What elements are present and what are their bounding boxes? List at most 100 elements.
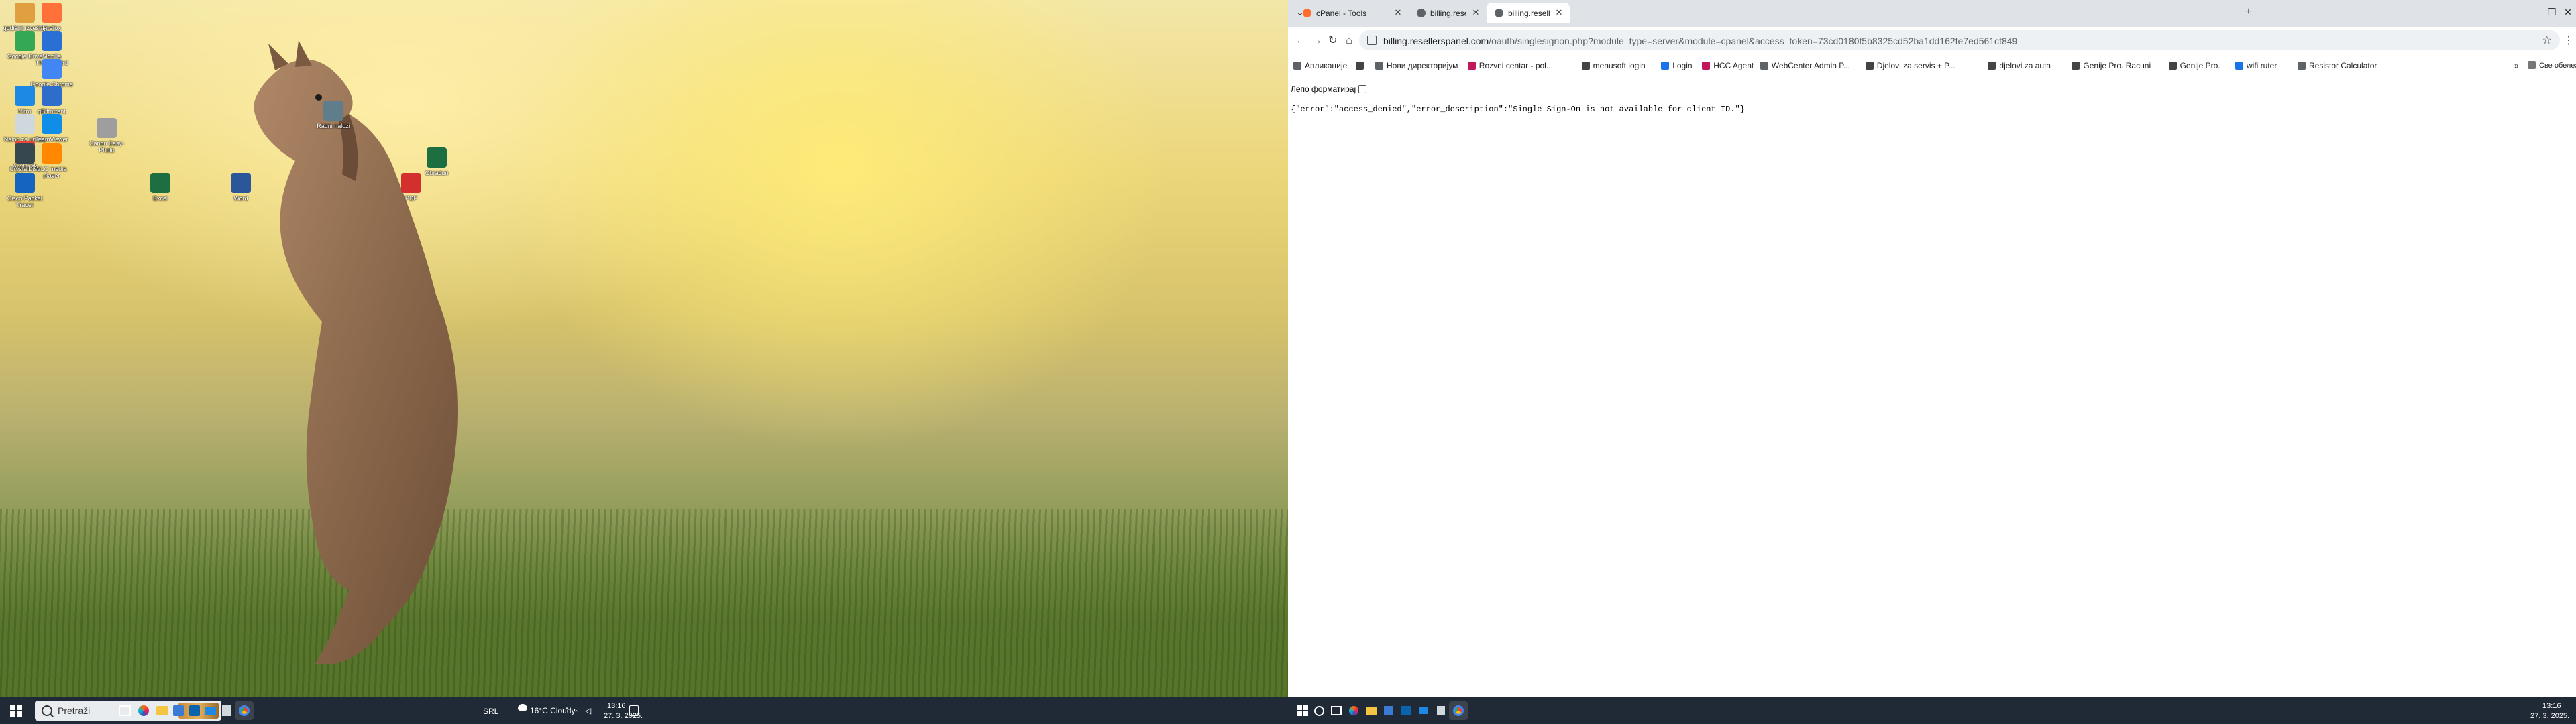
maximize-button[interactable]: ❐: [2545, 5, 2559, 19]
bookmarks-bar: Апликације Нови директоријум Rozvni centar…: [1288, 55, 2576, 80]
tab-1[interactable]: cPanel - Tools ✕: [1295, 3, 1409, 23]
bookmark-item[interactable]: Rozvni centar - pol...: [1467, 61, 1553, 73]
bookmark-item[interactable]: Genije Pro.: [2168, 61, 2220, 73]
pretty-print-label: Лепо форматирај: [1291, 84, 1356, 94]
url-text[interactable]: billing.resellerspanel.com/oauth/singles…: [1383, 36, 2017, 46]
desktop-icon-label: Excel: [152, 195, 168, 202]
desktop-icon-image: [427, 147, 447, 168]
desktop-icon[interactable]: PDF: [389, 173, 433, 202]
start-button[interactable]: [7, 701, 25, 720]
clock-time-secondary[interactable]: 13:16: [2542, 702, 2561, 710]
kangaroo-wallpaper-image: [254, 40, 458, 664]
bookmark-item[interactable]: HCC Agent: [1702, 61, 1754, 73]
copilot-icon[interactable]: [1344, 701, 1363, 720]
bookmark-star-icon[interactable]: ☆: [2542, 34, 2552, 47]
minimize-button[interactable]: –: [2517, 5, 2530, 19]
desktop-icon-label: Cisco Packet Tracer: [7, 195, 43, 208]
desktop-icon-image: [42, 3, 62, 23]
desktop-icon[interactable]: Cisco Packet Tracer: [3, 173, 47, 208]
bookmark-favicon-icon: [1661, 62, 1670, 70]
network-icon[interactable]: ⌁: [574, 706, 578, 715]
desktop-icon[interactable]: Google Chrome: [30, 59, 74, 88]
calculator-icon[interactable]: [1432, 701, 1450, 720]
tab-close-icon[interactable]: ✕: [1470, 7, 1481, 18]
pretty-print-control[interactable]: Лепо форматирај: [1291, 84, 1367, 94]
globe-favicon-icon: [1417, 9, 1426, 17]
tab-close-icon[interactable]: ✕: [1554, 7, 1564, 18]
desktop-icon[interactable]: Canon Easy-Photo: [85, 118, 129, 154]
bookmark-item[interactable]: Genije Pro. Racuni: [2072, 61, 2151, 73]
calculator-icon[interactable]: [217, 701, 236, 720]
home-icon[interactable]: ⌂: [1342, 34, 1356, 48]
volume-icon[interactable]: ◁: [585, 706, 591, 715]
reload-icon[interactable]: ↻: [1326, 34, 1340, 48]
bookmark-item[interactable]: Login: [1661, 61, 1693, 73]
bookmark-label: Genije Pro. Racuni: [2083, 61, 2151, 70]
chrome-taskbar-icon[interactable]: [235, 701, 254, 720]
bookmark-item[interactable]: djelovi za auta: [1988, 61, 2051, 73]
bookmark-label: Genije Pro.: [2180, 61, 2220, 70]
bookmark-favicon-icon: [1865, 62, 1874, 70]
bookmark-item[interactable]: menusoft login: [1581, 61, 1646, 73]
bookmark-item[interactable]: Djelovi za servis + P...: [1865, 61, 1955, 73]
back-arrow-icon[interactable]: ←: [1293, 34, 1308, 48]
bookmark-item[interactable]: WebCenter Admin P...: [1760, 61, 1850, 73]
desktop-icon[interactable]: TeamViewer: [30, 114, 74, 143]
bookmark-item[interactable]: Нови директоријум: [1375, 61, 1458, 73]
close-window-button[interactable]: ✕: [2561, 5, 2575, 19]
clock-time[interactable]: 13:16: [607, 702, 626, 710]
chrome-taskbar-icon[interactable]: [1449, 701, 1468, 720]
bookmark-label: djelovi za auta: [1999, 61, 2051, 70]
desktop-icon-image: [42, 143, 62, 164]
outlook-icon[interactable]: [1397, 701, 1415, 720]
address-bar[interactable]: billing.resellerspanel.com/oauth/singles…: [1359, 30, 2560, 50]
bookmark-label: HCC Agent: [1713, 61, 1754, 70]
desktop-icon[interactable]: Excel: [138, 173, 182, 202]
notification-icon[interactable]: [629, 705, 639, 716]
site-info-icon[interactable]: [1367, 36, 1377, 45]
chevron-up-icon[interactable]: ⌃: [564, 706, 570, 715]
tab-3[interactable]: billing.resellerspanel.com/oauth ✕: [1487, 3, 1570, 23]
bookmark-item[interactable]: [1356, 61, 1367, 73]
file-explorer-icon[interactable]: [1362, 701, 1381, 720]
task-view-icon[interactable]: [1327, 701, 1346, 720]
mail-icon[interactable]: [1414, 701, 1433, 720]
desktop-icon-image: [42, 114, 62, 134]
pretty-print-checkbox[interactable]: [1358, 85, 1367, 93]
forward-arrow-icon[interactable]: →: [1309, 34, 1324, 48]
bookmark-favicon-icon: [1293, 62, 1301, 70]
globe-favicon-icon: [1495, 9, 1503, 17]
desktop-icon[interactable]: Firefox: [30, 3, 74, 32]
windows-logo-icon: [10, 705, 22, 717]
bookmark-favicon-icon: [1760, 62, 1768, 70]
tab-2[interactable]: billing.resellerspanel.com/oauth ✕: [1409, 3, 1487, 23]
store-icon[interactable]: [1379, 701, 1398, 720]
bookmark-label: Login: [1672, 61, 1693, 70]
desktop-icon[interactable]: Obračun: [415, 147, 459, 176]
bookmark-item[interactable]: Апликације: [1293, 61, 1347, 73]
menu-kebab-icon[interactable]: ⋮: [2561, 34, 2576, 48]
language-indicator[interactable]: SRL: [483, 707, 498, 716]
clock-date-secondary[interactable]: 27. 3. 2025.: [2530, 712, 2569, 720]
folder-icon: [2528, 61, 2536, 69]
bookmark-favicon-icon: [1702, 62, 1711, 70]
bookmark-favicon-icon: [2235, 62, 2243, 70]
bookmark-favicon-icon: [1467, 62, 1476, 70]
copilot-icon[interactable]: [134, 701, 153, 720]
bookmark-favicon-icon: [2168, 62, 2177, 70]
desktop-icon[interactable]: Radni nalozi: [311, 101, 356, 129]
all-bookmarks-folder[interactable]: Све обележиваче: [2528, 61, 2576, 73]
bookmark-favicon-icon: [2072, 62, 2080, 70]
task-view-button[interactable]: [115, 701, 134, 720]
desktop-icon[interactable]: Word: [219, 173, 263, 202]
new-tab-button[interactable]: +: [2242, 5, 2255, 19]
bookmarks-overflow-icon[interactable]: »: [2514, 61, 2519, 73]
browser-tab-strip: ⌄ cPanel - Tools✕billing.resellerspanel.…: [1288, 0, 2576, 27]
search-icon[interactable]: [1309, 701, 1328, 720]
desktop-icon[interactable]: qBittorrent: [30, 86, 74, 115]
bookmark-item[interactable]: Resistor Calculator: [2298, 61, 2377, 73]
bookmark-item[interactable]: wifi ruter: [2235, 61, 2277, 73]
tab-title: cPanel - Tools: [1316, 9, 1367, 18]
taskbar-left: Pretraži SRL 16°C Cloudy ⌃ ⌁ ◁ 13:16 27.…: [0, 697, 1288, 724]
tab-close-icon[interactable]: ✕: [1393, 7, 1403, 18]
